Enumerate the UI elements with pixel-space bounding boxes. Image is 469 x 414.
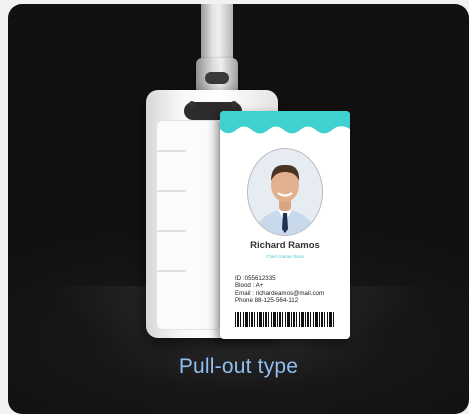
email-address: Email : richardeamos@mail.com [235,289,325,297]
card-holder-title: Chief Games Boss [266,254,304,259]
holder-type-caption: Pull-out type [178,355,299,378]
holder-rivet [231,101,237,107]
phone-number: Phone 88-125-564-112 [235,297,299,305]
id-card-header-band [220,111,350,139]
card-holder-name: Richard Ramos [250,240,320,251]
holder-rib [156,270,186,272]
holder-sleeve [156,120,220,330]
product-image-panel: Richard Ramos Chief Games Boss ID :05561… [8,4,469,414]
barcode [235,312,335,327]
holder-rib [156,230,186,232]
blood-type: Blood : A+ [235,282,264,290]
holder-rib [156,150,186,152]
id-card: Richard Ramos Chief Games Boss ID :05561… [220,111,350,339]
id-number: ID :055612335 [235,275,276,282]
holder-rib [156,190,186,192]
profile-photo [247,148,323,236]
holder-rivet [189,101,195,107]
card-details: ID :055612335 Blood : A+ Email : richard… [235,275,324,305]
